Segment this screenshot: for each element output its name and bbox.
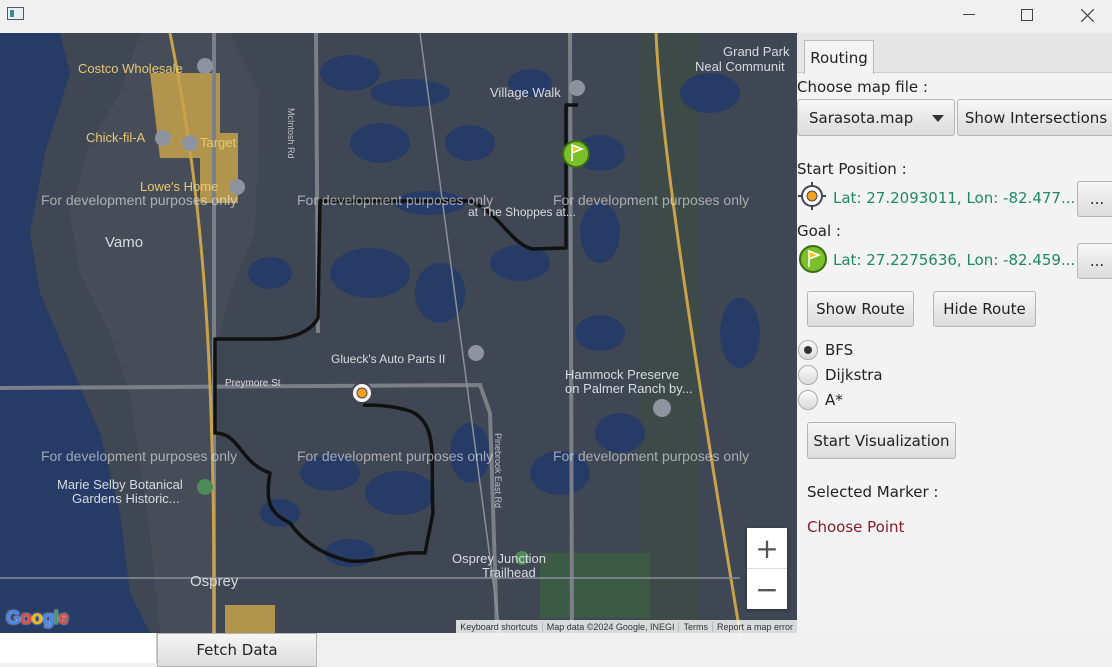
radio-bfs[interactable] [798, 340, 818, 360]
map-label-target: Target [200, 135, 237, 150]
close-icon[interactable] [1064, 0, 1110, 30]
map-label-hammock-1: Hammock Preserve [565, 367, 680, 382]
dev-watermark: For development purposes only [297, 192, 494, 208]
tab-routing[interactable]: Routing [804, 40, 874, 74]
map-file-selected: Sarasota.map [809, 108, 914, 127]
goal-label: Goal : [797, 222, 841, 240]
map-label-chick-fil-a: Chick-fil-A [86, 130, 146, 145]
tab-strip: Routing [797, 33, 1112, 74]
map-label-marie-2: Gardens Historic... [72, 491, 180, 506]
map-file-select[interactable]: Sarasota.map [797, 99, 955, 136]
dev-watermark: For development purposes only [41, 192, 238, 208]
map-attribution: Keyboard shortcuts Map data ©2024 Google… [456, 620, 797, 633]
fetch-data-button[interactable]: Fetch Data [157, 633, 317, 667]
start-marker-icon [798, 182, 826, 210]
maximize-icon[interactable] [1004, 0, 1050, 30]
dev-watermark: For development purposes only [553, 192, 750, 208]
minimize-icon[interactable] [946, 0, 992, 30]
map-view[interactable]: Costco Wholesale Chick-fil-A Target Lowe… [0, 33, 797, 633]
zoom-control: + − [747, 528, 787, 609]
map-label-osprey-junction-2: Trailhead [482, 565, 536, 580]
radio-dijkstra-label: Dijkstra [825, 366, 883, 384]
map-data-text: Map data ©2024 Google, INEGI [541, 621, 679, 632]
map-label-hammock-2: on Palmer Ranch by... [565, 381, 693, 396]
dev-watermark: For development purposes only [297, 448, 494, 464]
map-label-osprey: Osprey [190, 573, 239, 590]
choose-map-label: Choose map file : [797, 78, 928, 96]
start-position-label: Start Position : [797, 160, 907, 178]
goal-coords: Lat: 27.2275636, Lon: -82.459... [833, 251, 1076, 269]
map-label-village-walk: Village Walk [490, 85, 561, 100]
terms-link[interactable]: Terms [678, 621, 712, 632]
map-label-vamo: Vamo [105, 234, 144, 251]
zoom-in-button[interactable]: + [747, 528, 787, 568]
map-label-grand-park: Grand Park [723, 44, 790, 59]
title-bar [0, 0, 1112, 33]
show-intersections-button[interactable]: Show Intersections [957, 99, 1112, 136]
zoom-out-button[interactable]: − [747, 569, 787, 609]
routing-panel: Routing Choose map file : Sarasota.map S… [797, 33, 1112, 633]
radio-astar[interactable] [798, 390, 818, 410]
choose-point-text: Choose Point [807, 518, 905, 536]
report-error-link[interactable]: Report a map error [711, 621, 797, 632]
map-label-osprey-junction-1: Osprey Junction [452, 551, 546, 566]
map-label-marie-1: Marie Selby Botanical [57, 477, 183, 492]
start-visualization-button[interactable]: Start Visualization [807, 422, 956, 459]
chevron-down-icon [932, 115, 944, 122]
map-label-mcintosh: McIntosh Rd [286, 108, 296, 159]
radio-dijkstra[interactable] [798, 365, 818, 385]
hide-route-button[interactable]: Hide Route [933, 291, 1036, 327]
map-canvas [0, 33, 797, 633]
map-label-glueck: Glueck's Auto Parts II [331, 352, 446, 366]
app-icon [7, 7, 24, 20]
dev-watermark: For development purposes only [41, 448, 238, 464]
radio-bfs-label: BFS [825, 341, 854, 359]
start-coords: Lat: 27.2093011, Lon: -82.477... [833, 189, 1076, 207]
map-label-neal: Neal Communit [695, 59, 785, 74]
goal-flag-icon [799, 245, 827, 273]
show-route-button[interactable]: Show Route [807, 291, 914, 327]
map-label-preymore: Preymore St [225, 378, 281, 389]
map-label-pinebrook: Pinebrook East Rd [493, 433, 503, 509]
goal-marker-icon[interactable] [562, 140, 590, 168]
dev-watermark: For development purposes only [553, 448, 750, 464]
radio-astar-label: A* [825, 391, 843, 409]
selected-marker-label: Selected Marker : [807, 483, 939, 501]
status-area [0, 633, 157, 663]
map-label-costco: Costco Wholesale [78, 61, 183, 76]
google-logo: Google [6, 608, 69, 629]
choose-start-button[interactable]: ... [1077, 181, 1112, 217]
bottom-bar: Fetch Data [0, 633, 1112, 667]
keyboard-shortcuts-link[interactable]: Keyboard shortcuts [456, 622, 542, 632]
choose-goal-button[interactable]: ... [1077, 243, 1112, 279]
